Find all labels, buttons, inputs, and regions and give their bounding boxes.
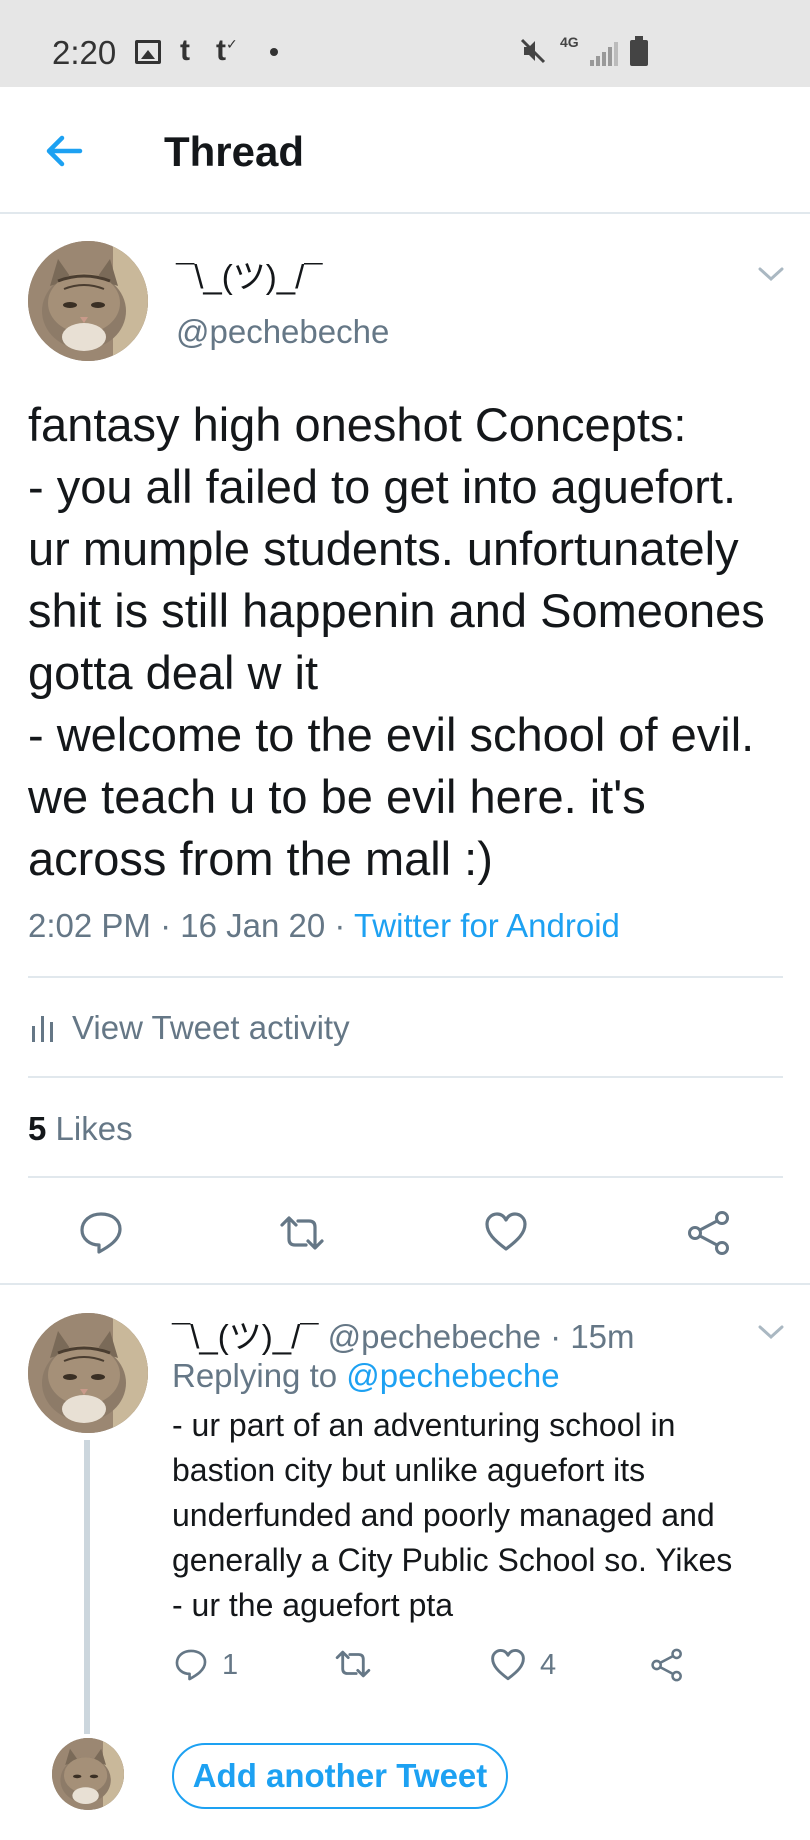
tweet-text: fantasy high oneshot Concepts: - you all…: [28, 398, 765, 885]
back-button[interactable]: [40, 127, 88, 175]
replying-to-link[interactable]: @pechebeche: [346, 1357, 559, 1394]
reply-button[interactable]: [78, 1210, 124, 1261]
cat-avatar-image: [52, 1738, 124, 1810]
display-name[interactable]: ¯\_(ツ)_/¯: [176, 250, 322, 298]
like-button[interactable]: [484, 1211, 528, 1258]
add-another-tweet-button[interactable]: Add another Tweet: [172, 1743, 508, 1809]
reply-icon: [80, 1212, 122, 1254]
divider: [28, 976, 783, 978]
more-notifications-icon: [270, 48, 278, 56]
tweet-meta: 2:02 PM · 16 Jan 20 · Twitter for Androi…: [28, 907, 620, 945]
tweet-date: 16 Jan 20: [180, 907, 326, 944]
signal-icon: [590, 42, 618, 71]
reply-header: ¯\_(ツ)_/¯ @pechebeche · 15m: [172, 1310, 635, 1358]
reply-retweet-button[interactable]: [334, 1648, 372, 1680]
status-time: 2:20: [52, 34, 117, 71]
chevron-down-icon: [758, 267, 784, 282]
gallery-icon: [135, 40, 161, 64]
network-type-icon: 4G: [560, 34, 579, 50]
cat-avatar-image: [28, 1313, 148, 1433]
reply-icon: [175, 1649, 207, 1681]
divider: [28, 1076, 783, 1078]
app-header: Thread: [0, 87, 810, 214]
meta-separator: ·: [325, 907, 354, 944]
tweet-source-link[interactable]: Twitter for Android: [354, 907, 620, 944]
reply-count: 1: [222, 1648, 239, 1681]
share-icon: [688, 1211, 729, 1255]
battery-icon: [630, 36, 648, 66]
user-handle[interactable]: @pechebeche: [176, 313, 389, 351]
status-bar: 2:20 t t✓ 4G: [0, 0, 810, 87]
reply-avatar[interactable]: [28, 1313, 148, 1433]
tumblr-notification-icon: t✓: [216, 34, 238, 67]
reply-handle[interactable]: @pechebeche: [328, 1318, 541, 1355]
cat-avatar-image: [28, 241, 148, 361]
composer-avatar: [52, 1738, 124, 1810]
replying-prefix: Replying to: [172, 1357, 338, 1394]
retweet-icon: [335, 1650, 371, 1678]
likes-summary[interactable]: 5 Likes: [28, 1110, 133, 1148]
meta-separator: ·: [150, 907, 181, 944]
heart-icon: [491, 1648, 525, 1681]
tumblr-icon: t: [180, 34, 190, 67]
mute-icon: [518, 36, 548, 71]
reply-time: 15m: [570, 1318, 635, 1355]
reply-separator: ·: [550, 1318, 562, 1355]
reply-text: - ur part of an adventuring school in ba…: [172, 1407, 733, 1623]
view-activity-button[interactable]: View Tweet activity: [32, 1008, 350, 1048]
analytics-icon: [32, 1016, 53, 1042]
tweet-options-button[interactable]: [756, 264, 786, 284]
avatar[interactable]: [28, 241, 148, 361]
divider: [28, 1176, 783, 1178]
activity-label: View Tweet activity: [72, 1009, 350, 1046]
back-arrow-icon: [46, 135, 83, 167]
share-icon: [651, 1648, 682, 1682]
reply-like-button[interactable]: 4: [490, 1648, 556, 1682]
reply-options-button[interactable]: [756, 1322, 786, 1342]
retweet-button[interactable]: [278, 1213, 326, 1258]
like-count: 4: [540, 1648, 557, 1681]
retweet-icon: [280, 1216, 324, 1250]
likes-count: 5: [28, 1110, 47, 1147]
replying-to: Replying to @pechebeche: [172, 1357, 560, 1395]
reply-display-name[interactable]: ¯\_(ツ)_/¯: [172, 1318, 318, 1355]
reply-share-button[interactable]: [650, 1648, 684, 1682]
section-divider: [0, 1283, 810, 1285]
tweet-time: 2:02 PM: [28, 907, 151, 944]
reply-reply-button[interactable]: 1: [174, 1648, 238, 1682]
page-title: Thread: [164, 128, 305, 175]
likes-label: Likes: [55, 1110, 133, 1147]
heart-icon: [485, 1212, 527, 1251]
share-button[interactable]: [686, 1210, 732, 1261]
chevron-down-icon: [758, 1325, 784, 1340]
thread-line: [84, 1440, 90, 1734]
